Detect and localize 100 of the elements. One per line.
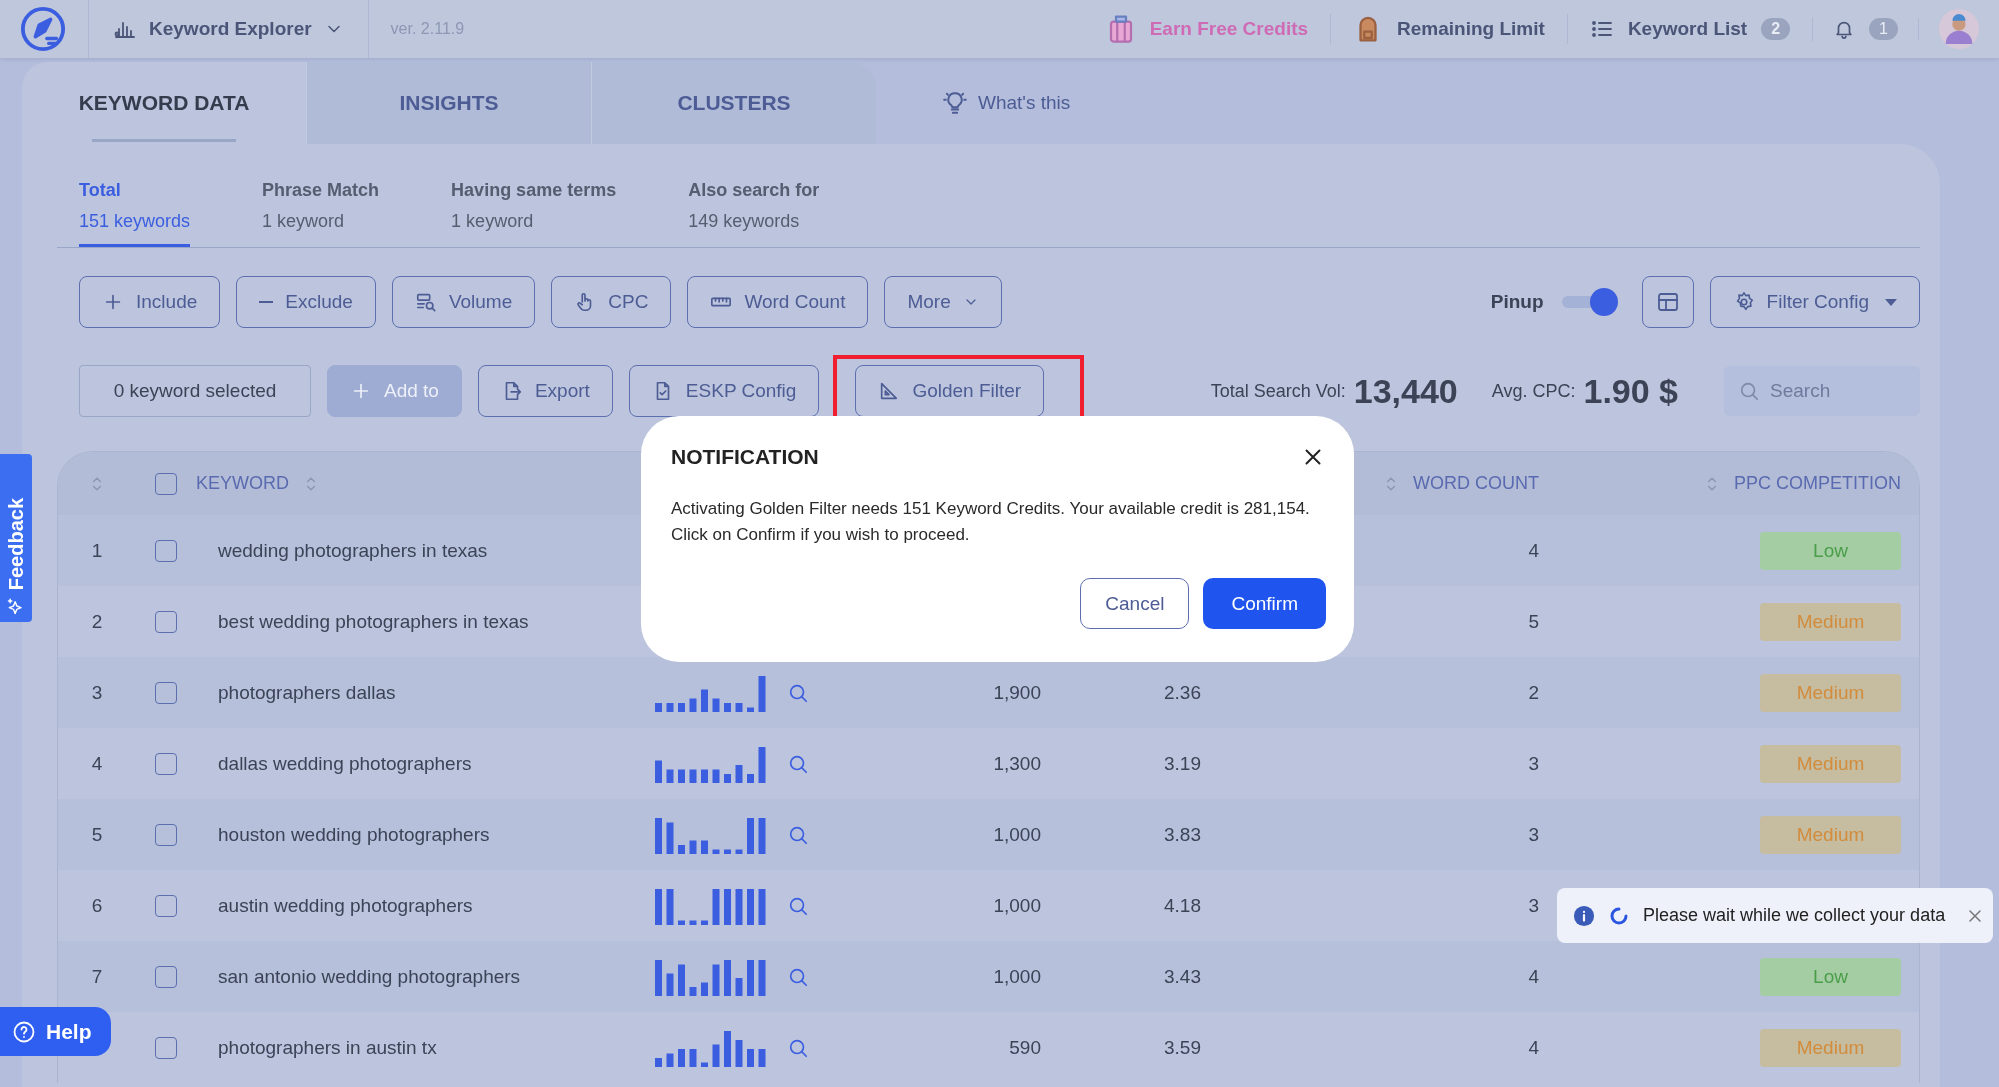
- cpc-value: 4.18: [1164, 894, 1201, 917]
- layout-button[interactable]: [1641, 276, 1694, 328]
- filter-button[interactable]: More: [884, 276, 1002, 328]
- keyword-text: best wedding photographers in texas: [218, 610, 529, 633]
- help-button[interactable]: Help: [0, 1007, 111, 1056]
- export-button[interactable]: Export: [477, 365, 613, 417]
- column-header[interactable]: WORD COUNT: [1413, 473, 1539, 494]
- word-count: 3: [1528, 752, 1539, 775]
- row-checkbox[interactable]: [155, 1036, 177, 1059]
- search-volume: 1,000: [993, 894, 1041, 917]
- keyword-text: photographers dallas: [218, 681, 396, 704]
- filter-button[interactable]: CPC: [551, 276, 672, 328]
- filter-button[interactable]: Include: [79, 276, 221, 328]
- feedback-tab[interactable]: Feedback: [0, 454, 32, 622]
- filter-button[interactable]: Exclude: [236, 276, 376, 328]
- search-volume: 1,900: [993, 681, 1041, 704]
- row-number: 4: [91, 752, 103, 775]
- avatar-icon[interactable]: [1939, 9, 1979, 49]
- competition-badge: Medium: [1760, 815, 1901, 854]
- search-volume: 1,000: [993, 965, 1041, 988]
- whats-this-link[interactable]: What's this: [942, 62, 1071, 144]
- summary-tab[interactable]: Having same terms 1 keyword: [451, 180, 617, 247]
- column-header[interactable]: PPC COMPETITION: [1734, 473, 1901, 494]
- summary-tab[interactable]: Also search for 149 keywords: [688, 180, 820, 247]
- competition-badge: Low: [1760, 957, 1901, 996]
- competition-badge: Low: [1760, 531, 1901, 570]
- keyword-text: wedding photographers in texas: [218, 539, 488, 562]
- tab[interactable]: CLUSTERS: [591, 62, 876, 144]
- keyword-list-link[interactable]: Keyword List 2: [1567, 17, 1814, 41]
- tab[interactable]: KEYWORD DATA: [22, 62, 306, 144]
- confirm-button[interactable]: Confirm: [1203, 578, 1326, 629]
- competition-badge: Medium: [1760, 744, 1901, 783]
- search-list-icon: [414, 291, 437, 313]
- column-header[interactable]: KEYWORD: [196, 473, 289, 494]
- keyword-text: dallas wedding photographers: [218, 752, 472, 775]
- competition-badge: Medium: [1760, 673, 1901, 712]
- search-volume: 1,000: [993, 823, 1041, 846]
- word-count: 4: [1528, 965, 1539, 988]
- pinup-toggle[interactable]: [1561, 288, 1618, 316]
- caret-icon: [1885, 298, 1897, 306]
- pinup-label: Pinup: [1490, 291, 1544, 313]
- count-badge: 2: [1761, 18, 1791, 40]
- average-cpc-label: Avg. CPC:: [1491, 380, 1576, 402]
- keyword-text: san antonio wedding photographers: [218, 965, 521, 988]
- row-checkbox[interactable]: [155, 823, 177, 846]
- row-number: 2: [91, 610, 103, 633]
- remaining-limit-link[interactable]: Remaining Limit: [1331, 14, 1568, 44]
- cpc-value: 2.36: [1164, 681, 1201, 704]
- search-volume: 590: [1009, 1036, 1041, 1059]
- row-number: 7: [91, 965, 103, 988]
- word-count: 5: [1528, 610, 1539, 633]
- question-circle-icon: [12, 1019, 36, 1044]
- search-icon: [1738, 380, 1760, 402]
- lightbulb-icon: [942, 90, 968, 116]
- summary-tab[interactable]: Phrase Match 1 keyword: [262, 180, 380, 247]
- earn-credits-link[interactable]: Earn Free Credits: [1083, 14, 1332, 44]
- filter-button[interactable]: Word Count: [687, 276, 869, 328]
- filter-config-button[interactable]: Filter Config: [1709, 276, 1920, 328]
- average-cpc-value: 1.90 $: [1583, 371, 1678, 411]
- count-badge: 1: [1869, 18, 1898, 40]
- word-count: 4: [1528, 1036, 1539, 1059]
- row-number: 5: [91, 823, 103, 846]
- competition-badge: Medium: [1760, 602, 1901, 641]
- total-volume-label: Total Search Vol:: [1210, 380, 1346, 402]
- cancel-button[interactable]: Cancel: [1080, 578, 1190, 629]
- word-count: 3: [1528, 823, 1539, 846]
- layout-icon: [1655, 290, 1680, 314]
- word-count: 4: [1528, 539, 1539, 562]
- keyword-text: photographers in austin tx: [218, 1036, 437, 1059]
- row-checkbox[interactable]: [155, 752, 177, 775]
- keyword-text: austin wedding photographers: [218, 894, 473, 917]
- word-count: 2: [1528, 681, 1539, 704]
- select-all-checkbox[interactable]: [155, 472, 177, 495]
- summary-tab[interactable]: Total 151 keywords: [79, 180, 191, 247]
- row-checkbox[interactable]: [155, 681, 177, 704]
- total-volume-value: 13,440: [1353, 371, 1458, 411]
- cpc-value: 3.59: [1164, 1036, 1201, 1059]
- toast-message: Please wait while we collect your data: [1643, 905, 1946, 926]
- row-checkbox[interactable]: [155, 610, 177, 633]
- row-number: 1: [91, 539, 103, 562]
- search-field[interactable]: Search: [1724, 366, 1920, 416]
- row-checkbox[interactable]: [155, 965, 177, 988]
- selected-count-field: 0 keyword selected: [79, 365, 311, 417]
- minus-icon: [259, 301, 274, 303]
- keyword-text: houston wedding photographers: [218, 823, 490, 846]
- cpc-value: 3.19: [1164, 752, 1201, 775]
- tool-dropdown[interactable]: Keyword Explorer: [88, 0, 369, 58]
- dialog-title: NOTIFICATION: [671, 445, 819, 469]
- row-checkbox[interactable]: [155, 894, 177, 917]
- pen-nib-logo-icon[interactable]: [20, 6, 66, 52]
- cpc-value: 3.43: [1164, 965, 1201, 988]
- word-count: 3: [1528, 894, 1539, 917]
- search-volume: 1,300: [993, 752, 1041, 775]
- filter-button[interactable]: Volume: [391, 276, 536, 328]
- row-number: 3: [91, 681, 103, 704]
- dialog-message: Activating Golden Filter needs 151 Keyword Credits. Your available credit is 281,154. Click on Confirm if you wish to proceed.: [671, 498, 1311, 546]
- competition-badge: Medium: [1760, 1028, 1901, 1067]
- tab[interactable]: INSIGHTS: [306, 62, 591, 144]
- cpc-value: 3.83: [1164, 823, 1201, 846]
- row-checkbox[interactable]: [155, 539, 177, 562]
